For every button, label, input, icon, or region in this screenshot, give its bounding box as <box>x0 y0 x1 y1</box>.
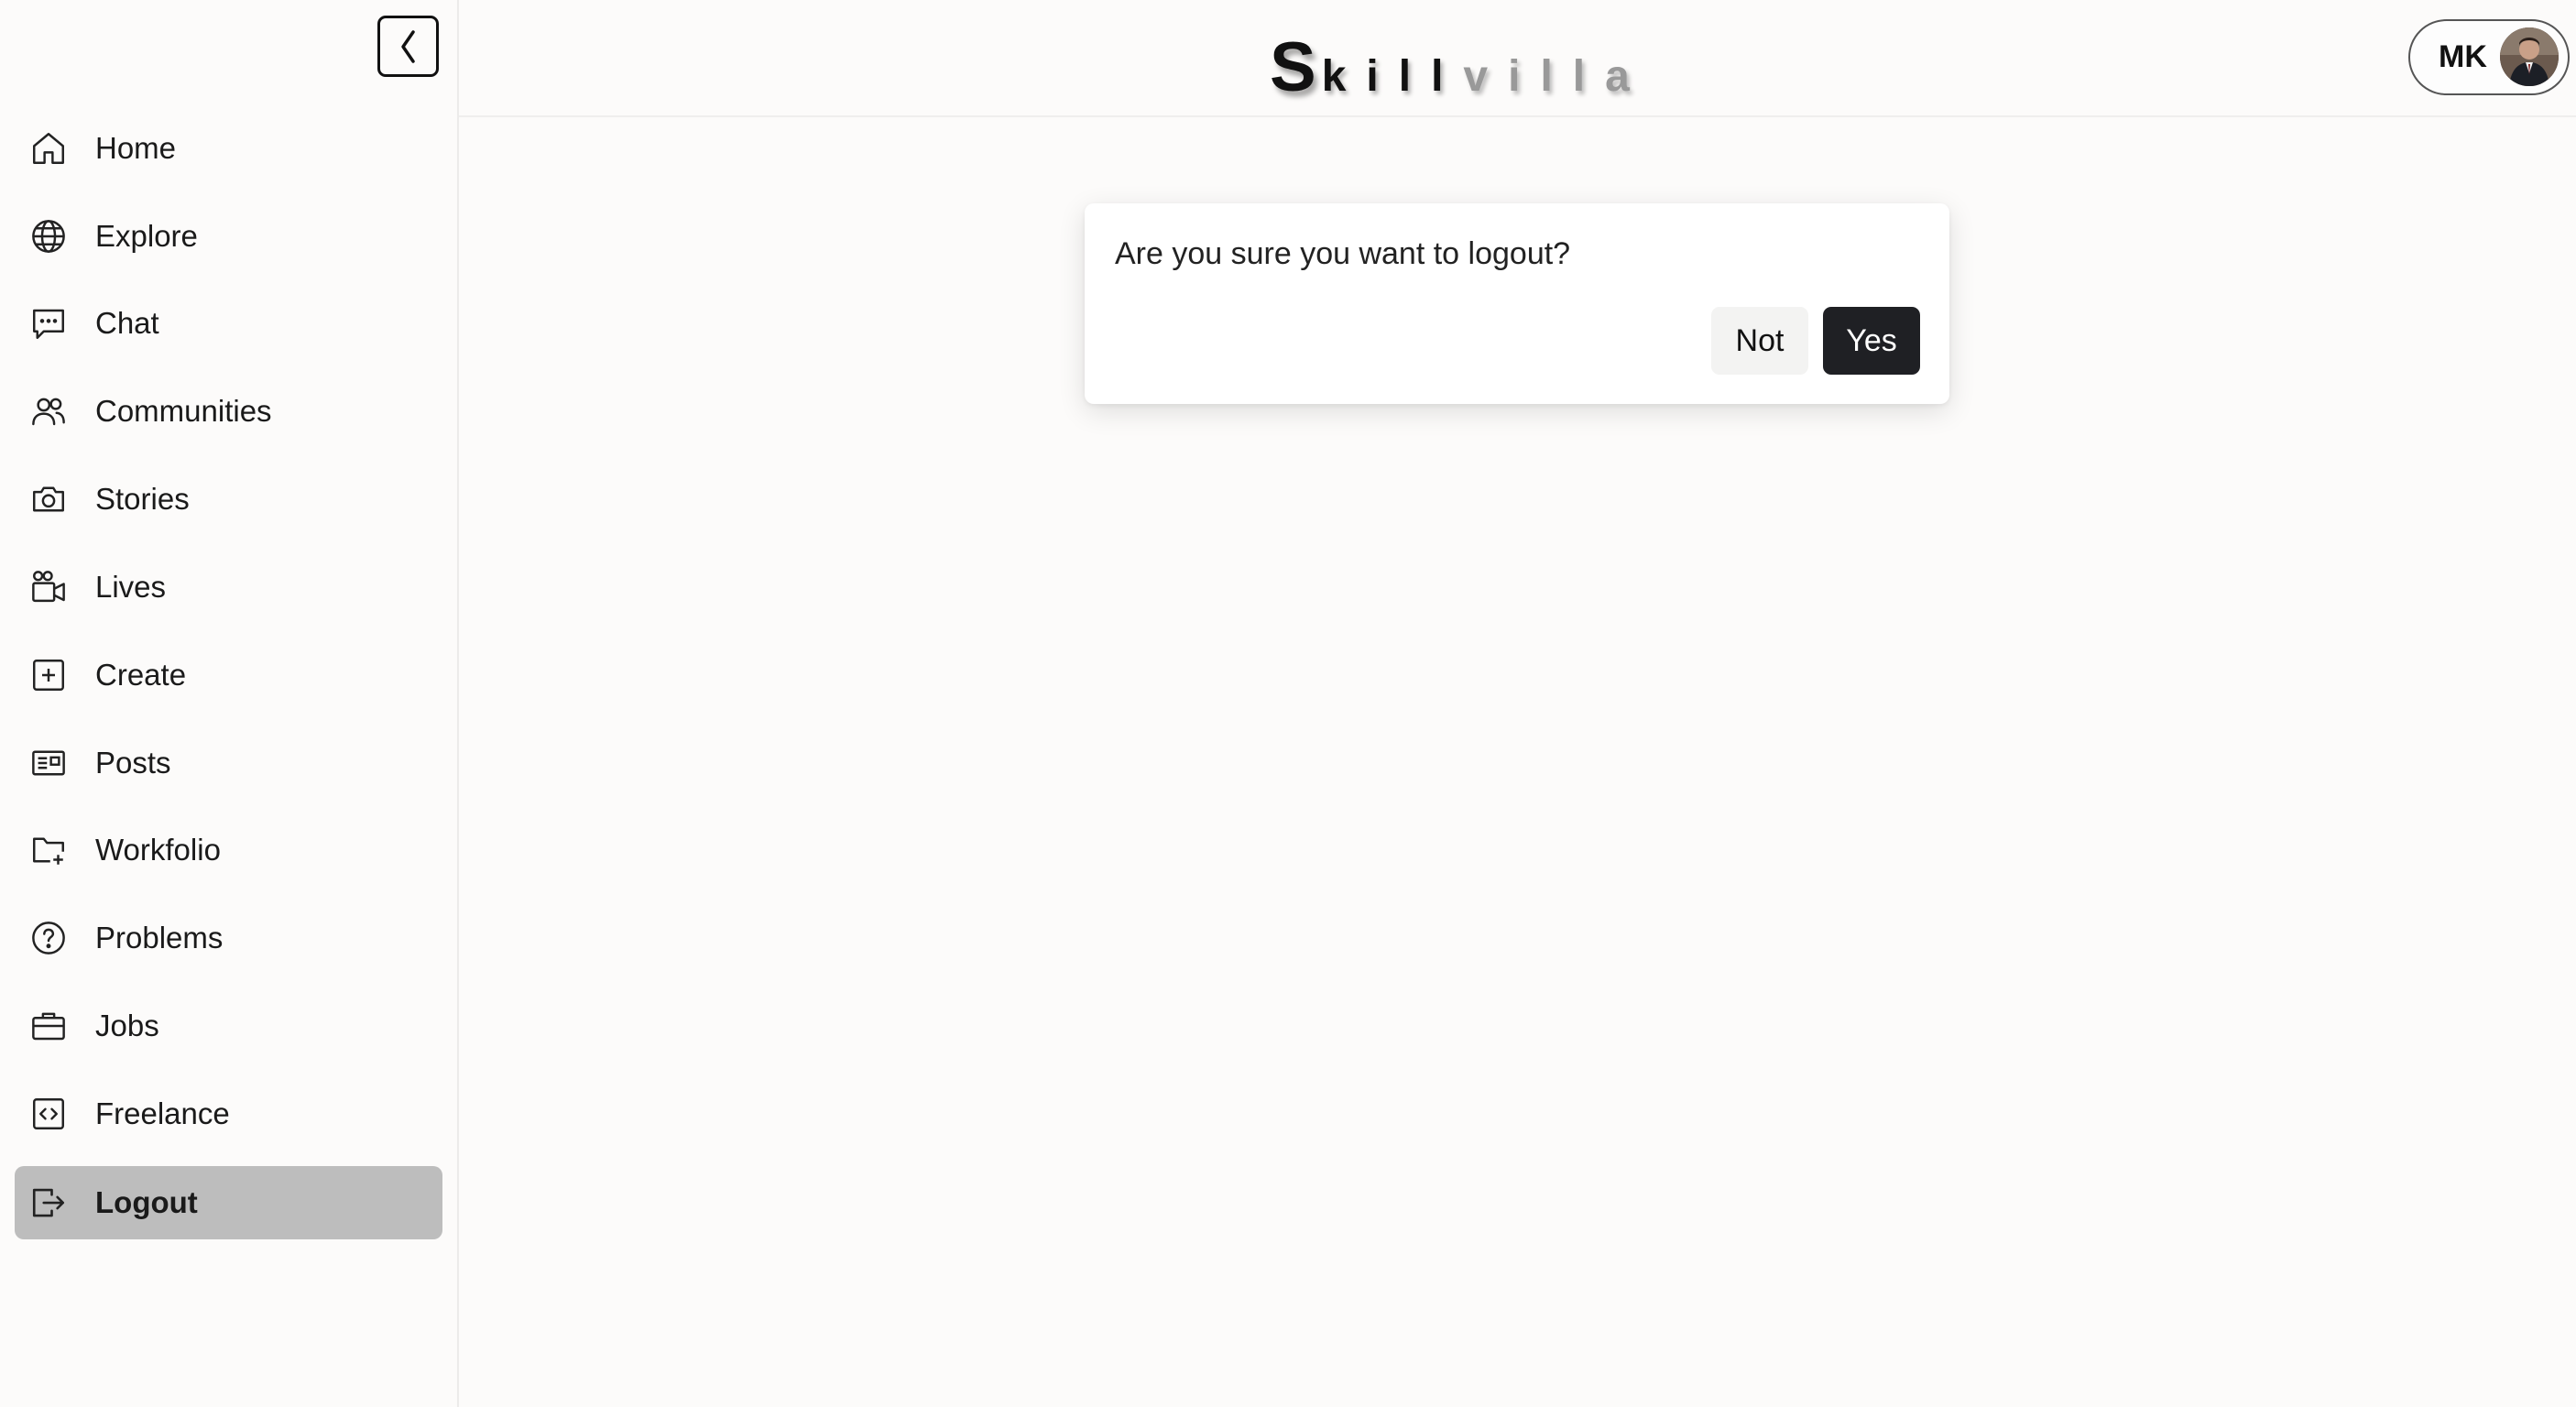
chevron-left-icon <box>400 29 415 63</box>
sidebar-item-stories[interactable]: Stories <box>15 463 442 536</box>
sidebar-item-jobs[interactable]: Jobs <box>15 989 442 1063</box>
plus-square-icon <box>27 654 70 696</box>
sidebar-item-home[interactable]: Home <box>15 112 442 185</box>
sidebar-item-lives[interactable]: Lives <box>15 551 442 624</box>
collapse-sidebar-button[interactable] <box>377 16 439 77</box>
sidebar-item-label: Explore <box>95 219 198 253</box>
sidebar-item-label: Freelance <box>95 1096 230 1130</box>
sidebar-item-label: Jobs <box>95 1009 159 1042</box>
code-square-icon <box>27 1093 70 1135</box>
sidebar-item-posts[interactable]: Posts <box>15 726 442 800</box>
confirm-logout-button[interactable]: Yes <box>1823 307 1920 375</box>
sidebar-item-label: Posts <box>95 746 171 780</box>
sidebar-item-label: Home <box>95 131 177 165</box>
chat-icon <box>27 302 70 344</box>
logo-dark-text: kill <box>1321 52 1464 101</box>
sidebar-item-chat[interactable]: Chat <box>15 287 442 360</box>
sidebar-item-logout[interactable]: Logout <box>15 1166 442 1239</box>
sidebar-item-label: Communities <box>95 394 272 428</box>
logout-confirm-dialog: Are you sure you want to logout? Not Yes <box>1085 203 1949 404</box>
skillvilla-logo[interactable]: Skillvilla <box>1270 27 1650 107</box>
sidebar-item-label: Lives <box>95 570 167 604</box>
sidebar-item-create[interactable]: Create <box>15 638 442 712</box>
sidebar-item-communities[interactable]: Communities <box>15 375 442 448</box>
sidebar-item-problems[interactable]: Problems <box>15 901 442 975</box>
sidebar-item-label: Workfolio <box>95 833 221 867</box>
sidebar-item-explore[interactable]: Explore <box>15 200 442 273</box>
sidebar-item-label: Problems <box>95 921 224 954</box>
sidebar-item-label: Stories <box>95 482 190 516</box>
logo-initial: S <box>1270 28 1322 106</box>
logo-light-text: villa <box>1463 52 1650 101</box>
question-circle-icon <box>27 917 70 959</box>
avatar <box>2500 27 2559 86</box>
sidebar-item-label: Chat <box>95 306 159 340</box>
camera-icon <box>27 478 70 520</box>
users-icon <box>27 390 70 432</box>
home-icon <box>27 127 70 169</box>
video-icon <box>27 566 70 608</box>
logout-icon <box>27 1182 70 1224</box>
newspaper-icon <box>27 742 70 784</box>
globe-icon <box>27 215 70 257</box>
cancel-button[interactable]: Not <box>1711 307 1808 375</box>
briefcase-icon <box>27 1005 70 1047</box>
sidebar: Home Explore Chat Communities Stories Li… <box>0 0 459 1407</box>
folder-plus-icon <box>27 829 70 871</box>
user-initials: MK <box>2439 39 2487 74</box>
sidebar-item-label: Logout <box>95 1185 198 1219</box>
profile-menu-button[interactable]: MK <box>2408 19 2570 95</box>
sidebar-item-workfolio[interactable]: Workfolio <box>15 813 442 887</box>
sidebar-item-freelance[interactable]: Freelance <box>15 1077 442 1151</box>
dialog-message: Are you sure you want to logout? <box>1115 236 1571 271</box>
sidebar-item-label: Create <box>95 658 187 692</box>
